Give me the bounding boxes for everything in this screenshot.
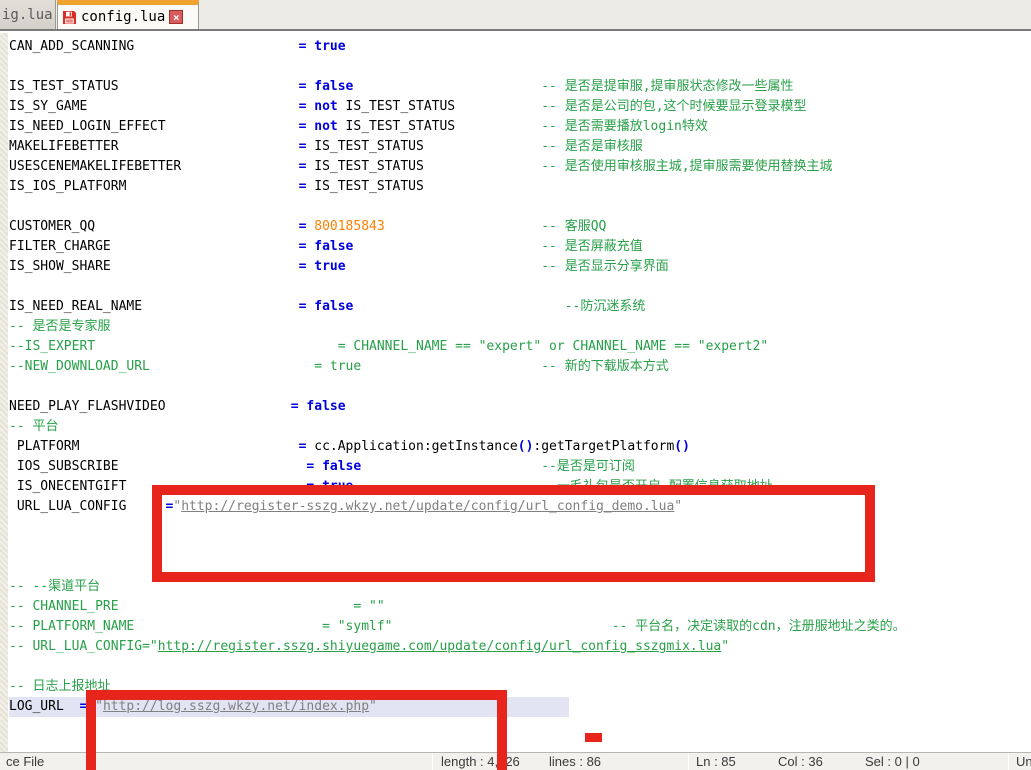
status-column-number: Col : 36 xyxy=(778,754,823,769)
code-line: -- 是否是专家服 xyxy=(9,317,1031,337)
tab-ig-lua[interactable]: ig.lua × xyxy=(0,0,56,29)
code-line: -- CHANNEL_PRE = "" xyxy=(9,597,1031,617)
code-line: USESCENEMAKELIFEBETTER = IS_TEST_STATUS … xyxy=(9,157,1031,177)
code-line xyxy=(9,277,1031,297)
code-line: IS_NEED_LOGIN_EFFECT = not IS_TEST_STATU… xyxy=(9,117,1031,137)
code-line: -- PLATFORM_NAME = "symlf" -- 平台名，决定读取的c… xyxy=(9,617,1031,637)
status-separator xyxy=(1008,753,1009,770)
code-line: --IS_EXPERT = CHANNEL_NAME == "expert" o… xyxy=(9,337,1031,357)
tab-label: ig.lua xyxy=(2,7,53,23)
code-line: IS_IOS_PLATFORM = IS_TEST_STATUS xyxy=(9,177,1031,197)
code-line: IS_TEST_STATUS = false -- 是否是提审服,提审服状态修改… xyxy=(9,77,1031,97)
code-line: IS_SY_GAME = not IS_TEST_STATUS -- 是否是公司… xyxy=(9,97,1031,117)
tab-label: config.lua xyxy=(81,9,165,25)
status-eol-format: Un xyxy=(1016,754,1031,769)
code-line xyxy=(9,197,1031,217)
code-line: NEED_PLAY_FLASHVIDEO = false xyxy=(9,397,1031,417)
code-line: IOS_SUBSCRIBE = false --是否是可订阅 xyxy=(9,457,1031,477)
code-line xyxy=(9,657,1031,677)
code-line: IS_NEED_REAL_NAME = false --防沉迷系统 xyxy=(9,297,1031,317)
code-line: --NEW_DOWNLOAD_URL = true -- 新的下载版本方式 xyxy=(9,357,1031,377)
code-line: -- URL_LUA_CONFIG="http://register.sszg.… xyxy=(9,637,1031,657)
annotation-rectangle-url-config xyxy=(152,485,875,582)
code-line: IS_SHOW_SHARE = true -- 是否显示分享界面 xyxy=(9,257,1031,277)
code-editor[interactable]: CAN_ADD_SCANNING = true IS_TEST_STATUS = … xyxy=(0,33,1031,752)
status-selection: Sel : 0 | 0 xyxy=(865,754,920,769)
editor-window: ig.lua × config.lua × CAN_ADD_SCANNING xyxy=(0,0,1031,770)
status-lines: lines : 86 xyxy=(549,754,601,769)
annotation-rectangle-log-url xyxy=(86,690,507,770)
status-file-type: ce File xyxy=(6,754,44,769)
annotation-marker xyxy=(585,733,602,742)
editor-margin xyxy=(0,33,8,752)
code-line: CAN_ADD_SCANNING = true xyxy=(9,37,1031,57)
code-line: CUSTOMER_QQ = 800185843 -- 客服QQ xyxy=(9,217,1031,237)
tab-config-lua[interactable]: config.lua × xyxy=(57,0,199,29)
code-line: PLATFORM = cc.Application:getInstance():… xyxy=(9,437,1031,457)
close-icon[interactable]: × xyxy=(169,10,183,24)
code-line: -- 平台 xyxy=(9,417,1031,437)
tab-bar: ig.lua × config.lua × xyxy=(0,0,1031,31)
status-line-number: Ln : 85 xyxy=(696,754,736,769)
status-separator xyxy=(688,753,689,770)
code-line: MAKELIFEBETTER = IS_TEST_STATUS -- 是否是审核… xyxy=(9,137,1031,157)
code-line xyxy=(9,377,1031,397)
code-line xyxy=(9,57,1031,77)
code-line: FILTER_CHARGE = false -- 是否屏蔽充值 xyxy=(9,237,1031,257)
code-lines: CAN_ADD_SCANNING = true IS_TEST_STATUS = … xyxy=(9,37,1031,737)
unsaved-floppy-icon xyxy=(62,10,77,25)
